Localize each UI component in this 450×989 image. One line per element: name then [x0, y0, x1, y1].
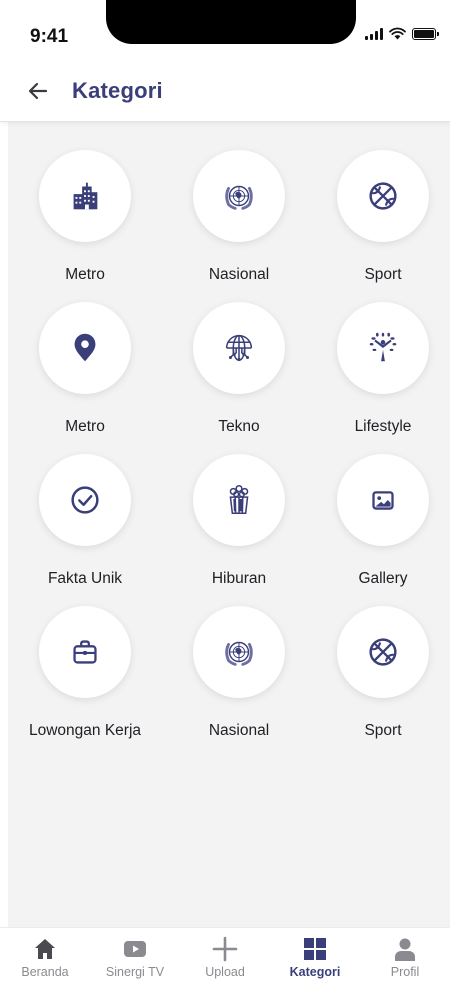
category-label: Hiburan	[211, 570, 267, 587]
category-label: Nasional	[208, 722, 270, 739]
basketball-icon	[369, 182, 397, 210]
category-item-hiburan[interactable]: Hiburan	[162, 454, 316, 606]
signal-icon	[365, 27, 383, 40]
nav-label: Upload	[205, 965, 245, 979]
plus-icon	[212, 936, 238, 962]
category-content: Metro Nasional Sport Metro Tekno Lifesty…	[8, 122, 450, 927]
category-icon-circle	[337, 454, 429, 546]
battery-icon	[412, 27, 439, 40]
nav-item-beranda[interactable]: Beranda	[0, 928, 90, 989]
tree-person-icon	[369, 332, 397, 362]
category-item-metro-location[interactable]: Metro	[8, 302, 162, 454]
nav-label: Beranda	[21, 965, 69, 979]
category-item-nasional-2[interactable]: Nasional	[162, 606, 316, 758]
category-icon-circle	[193, 606, 285, 698]
arrow-left-icon	[28, 82, 48, 99]
bottom-navigation: Beranda Sinergi TV Upload Kategori Profi…	[0, 927, 450, 989]
city-building-icon	[73, 182, 98, 210]
check-circle-icon	[71, 486, 99, 514]
category-label: Nasional	[208, 266, 270, 283]
briefcase-icon	[73, 640, 97, 664]
category-item-lowongan-kerja[interactable]: Lowongan Kerja	[8, 606, 162, 758]
category-icon-circle	[193, 454, 285, 546]
category-label: Lowongan Kerja	[28, 722, 142, 739]
popcorn-icon	[229, 484, 249, 515]
home-icon	[35, 939, 55, 959]
category-grid: Metro Nasional Sport Metro Tekno Lifesty…	[8, 150, 450, 758]
un-emblem-icon	[225, 641, 253, 666]
category-label: Sport	[364, 266, 402, 283]
category-label: Lifestyle	[354, 418, 412, 435]
nav-label: Sinergi TV	[105, 965, 165, 979]
nav-item-kategori[interactable]: Kategori	[270, 928, 360, 989]
video-play-icon	[124, 941, 146, 957]
wifi-icon	[389, 27, 406, 40]
category-icon-circle	[39, 454, 131, 546]
nav-label: Kategori	[289, 965, 341, 979]
category-label: Tekno	[218, 418, 260, 435]
page-title: Kategori	[72, 77, 163, 103]
category-icon-circle	[39, 302, 131, 394]
back-button[interactable]	[18, 71, 58, 111]
status-bar: 9:41	[0, 0, 450, 60]
category-item-sport[interactable]: Sport	[316, 150, 450, 302]
grid-icon	[304, 938, 326, 960]
category-icon-circle	[193, 302, 285, 394]
category-item-sport-2[interactable]: Sport	[316, 606, 450, 758]
category-item-gallery[interactable]: Gallery	[316, 454, 450, 606]
category-item-tekno[interactable]: Tekno	[162, 302, 316, 454]
category-icon-circle	[39, 150, 131, 242]
status-icons	[365, 27, 439, 40]
tech-globe-icon	[225, 334, 253, 362]
nav-item-profil[interactable]: Profil	[360, 928, 450, 989]
user-icon	[395, 938, 415, 961]
category-label: Sport	[364, 722, 402, 739]
status-time: 9:41	[30, 26, 69, 47]
category-item-metro[interactable]: Metro	[8, 150, 162, 302]
device-notch	[106, 0, 356, 44]
basketball-icon	[369, 638, 397, 666]
category-icon-circle	[193, 150, 285, 242]
category-item-fakta-unik[interactable]: Fakta Unik	[8, 454, 162, 606]
nav-item-sinergi-tv[interactable]: Sinergi TV	[90, 928, 180, 989]
category-item-lifestyle[interactable]: Lifestyle	[316, 302, 450, 454]
category-icon-circle	[39, 606, 131, 698]
category-icon-circle	[337, 150, 429, 242]
category-item-nasional[interactable]: Nasional	[162, 150, 316, 302]
category-label: Metro	[65, 418, 105, 435]
category-icon-circle	[337, 302, 429, 394]
category-label: Fakta Unik	[47, 570, 123, 587]
category-label: Gallery	[358, 570, 408, 587]
image-icon	[372, 491, 394, 510]
un-emblem-icon	[225, 185, 253, 210]
nav-item-upload[interactable]: Upload	[180, 928, 270, 989]
location-pin-icon	[74, 333, 96, 362]
category-icon-circle	[337, 606, 429, 698]
category-label: Metro	[65, 266, 105, 283]
app-header: Kategori	[0, 60, 450, 122]
nav-label: Profil	[390, 965, 420, 979]
